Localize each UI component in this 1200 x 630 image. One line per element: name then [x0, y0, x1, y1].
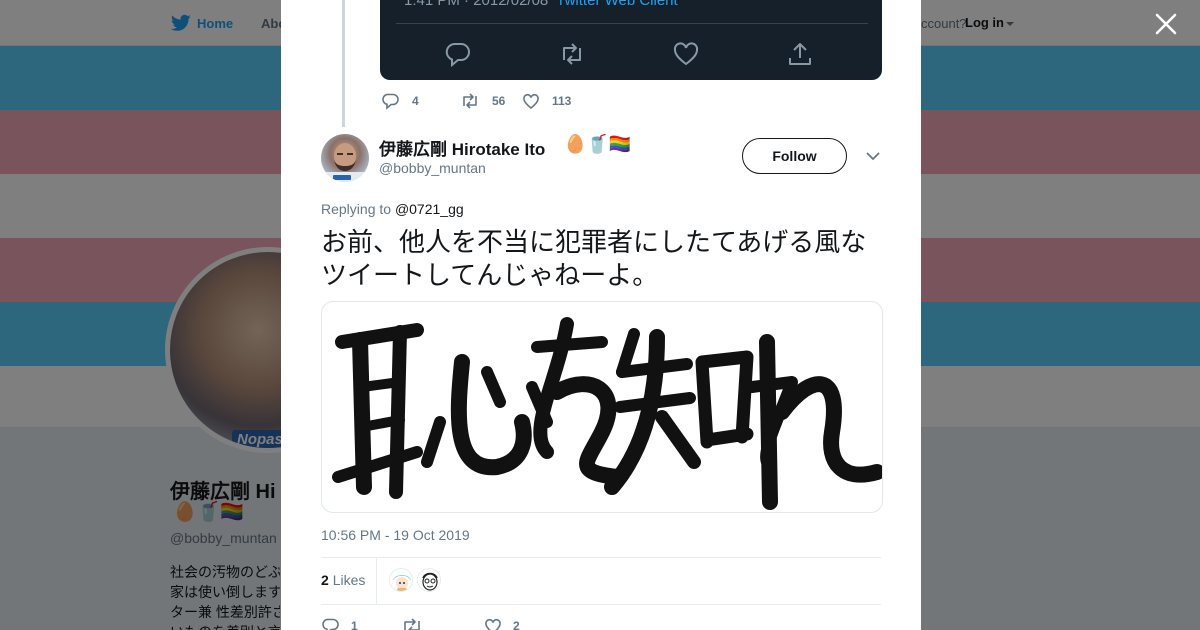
quoted-tweet-time: 1:41 PM · 2012/02/08: [404, 0, 549, 9]
liker-avatar-image: [418, 569, 440, 591]
replying-to-line: Replying to @0721_gg: [321, 201, 464, 217]
quoted-tweet-meta: 1:41 PM · 2012/02/08 Twitter Web Client: [404, 0, 678, 9]
likes-separator: [376, 558, 377, 604]
calligraphy-image: [332, 317, 882, 510]
like-icon: [523, 93, 539, 110]
reply-icon[interactable]: [444, 40, 472, 68]
divider: [321, 604, 881, 605]
liker-avatar-image: [390, 569, 412, 591]
reply-action[interactable]: 4: [382, 92, 419, 110]
close-icon[interactable]: [1154, 12, 1178, 36]
reply-action[interactable]: 1: [321, 617, 358, 630]
retweet-action[interactable]: [401, 617, 433, 630]
retweet-icon: [463, 93, 477, 109]
retweet-icon[interactable]: [558, 40, 586, 68]
chevron-down-icon[interactable]: [865, 150, 881, 162]
retweet-icon: [404, 618, 420, 630]
like-count: 113: [552, 94, 572, 108]
liker-avatar[interactable]: [389, 568, 413, 592]
quoted-divider: [396, 23, 868, 24]
like-count: 2: [513, 619, 520, 630]
quoted-tweet-source[interactable]: Twitter Web Client: [556, 0, 677, 9]
tweet-actions: 1 2: [321, 617, 881, 630]
like-action[interactable]: 2: [483, 617, 520, 630]
tweet-media-image[interactable]: [321, 301, 883, 513]
tweet-author-handle[interactable]: @bobby_muntan: [379, 160, 486, 176]
replying-to-user-link[interactable]: @0721_gg: [395, 201, 464, 217]
share-icon[interactable]: [786, 40, 814, 68]
retweet-count: 56: [492, 94, 506, 108]
like-icon: [485, 618, 501, 630]
like-action[interactable]: 113: [522, 92, 571, 110]
tweet-author-name[interactable]: 伊藤広剛 Hirotake Ito: [379, 135, 545, 160]
like-icon[interactable]: [672, 40, 700, 68]
retweet-action[interactable]: 56: [460, 92, 505, 110]
follow-button[interactable]: Follow: [742, 138, 847, 174]
reply-count: 4: [412, 94, 419, 108]
likes-summary: 2 Likes: [321, 558, 881, 604]
reply-icon: [382, 93, 399, 110]
reply-icon: [322, 618, 339, 630]
replying-to-prefix: Replying to: [321, 201, 392, 217]
avatar-image: [325, 143, 365, 182]
author-name-emoji: 🥚🥤🏳️‍🌈: [564, 134, 632, 154]
thread-connector-line: [342, 0, 345, 127]
tweet-author-avatar[interactable]: [321, 134, 369, 182]
likes-count-link[interactable]: 2 Likes: [321, 572, 365, 588]
liker-avatar[interactable]: [417, 568, 441, 592]
likes-count: 2: [321, 572, 329, 588]
tweet-modal: 1:41 PM · 2012/02/08 Twitter Web Client 4…: [281, 0, 921, 630]
likes-label: Likes: [332, 572, 366, 588]
reply-count: 1: [351, 619, 358, 630]
tweet-timestamp[interactable]: 10:56 PM - 19 Oct 2019: [321, 527, 470, 543]
tweet-text: お前、他人を不当に犯罪者にしたてあげる風なツイートしてんじゃねーよ。: [321, 227, 867, 290]
quoted-tweet-card[interactable]: 1:41 PM · 2012/02/08 Twitter Web Client: [380, 0, 882, 80]
